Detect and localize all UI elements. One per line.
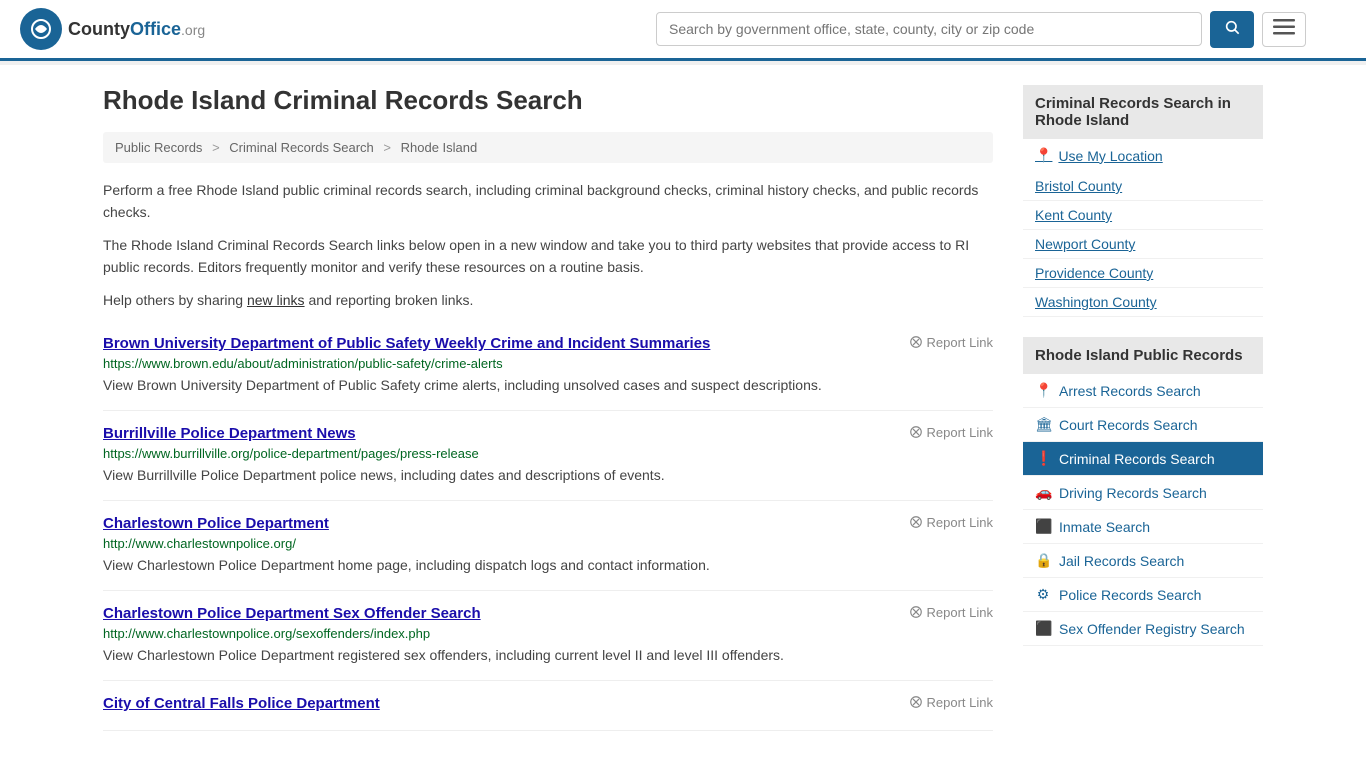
result-url[interactable]: http://www.charlestownpolice.org/sexoffe… bbox=[103, 626, 993, 641]
county-link-kent[interactable]: Kent County bbox=[1023, 201, 1263, 230]
result-desc: View Charlestown Police Department home … bbox=[103, 555, 993, 576]
sidebar-public-records-title: Rhode Island Public Records bbox=[1023, 337, 1263, 374]
breadcrumb-sep-1: > bbox=[212, 140, 220, 155]
police-records-icon: ⚙ bbox=[1035, 586, 1051, 603]
sidebar-section-title: Criminal Records Search in Rhode Island bbox=[1023, 85, 1263, 139]
criminal-records-icon: ❗ bbox=[1035, 450, 1051, 467]
breadcrumb: Public Records > Criminal Records Search… bbox=[103, 132, 993, 163]
result-desc: View Brown University Department of Publ… bbox=[103, 375, 993, 396]
result-header: Brown University Department of Public Sa… bbox=[103, 335, 993, 352]
results-list: Brown University Department of Public Sa… bbox=[103, 321, 993, 731]
sidebar-item-inmate-search[interactable]: ⬛ Inmate Search bbox=[1023, 510, 1263, 544]
page-title: Rhode Island Criminal Records Search bbox=[103, 85, 993, 116]
sidebar-criminal-section: Criminal Records Search in Rhode Island … bbox=[1023, 85, 1263, 317]
menu-button[interactable] bbox=[1262, 12, 1306, 47]
county-link-newport[interactable]: Newport County bbox=[1023, 230, 1263, 259]
use-my-location-link[interactable]: 📍 Use My Location bbox=[1023, 139, 1263, 172]
logo-icon bbox=[20, 8, 62, 50]
breadcrumb-criminal-records[interactable]: Criminal Records Search bbox=[229, 140, 374, 155]
result-title[interactable]: Burrillville Police Department News bbox=[103, 425, 356, 442]
new-links-link[interactable]: new links bbox=[247, 292, 305, 308]
result-item: Charlestown Police Department Sex Offend… bbox=[103, 591, 993, 681]
sidebar: Criminal Records Search in Rhode Island … bbox=[1023, 85, 1263, 731]
result-item: City of Central Falls Police Department … bbox=[103, 681, 993, 731]
result-title[interactable]: Charlestown Police Department Sex Offend… bbox=[103, 605, 481, 622]
result-title[interactable]: Charlestown Police Department bbox=[103, 515, 329, 532]
result-item: Burrillville Police Department News Repo… bbox=[103, 411, 993, 501]
result-title[interactable]: City of Central Falls Police Department bbox=[103, 695, 380, 712]
logo-text: CountyOffice.org bbox=[68, 19, 205, 40]
main-container: Rhode Island Criminal Records Search Pub… bbox=[83, 65, 1283, 751]
sidebar-item-court-records[interactable]: 🏛 Court Records Search bbox=[1023, 408, 1263, 442]
search-button[interactable] bbox=[1210, 11, 1254, 48]
sidebar-item-driving-records[interactable]: 🚗 Driving Records Search bbox=[1023, 476, 1263, 510]
result-url[interactable]: https://www.brown.edu/about/administrati… bbox=[103, 356, 993, 371]
result-url[interactable]: http://www.charlestownpolice.org/ bbox=[103, 536, 993, 551]
report-link[interactable]: Report Link bbox=[909, 335, 993, 350]
location-icon: 📍 bbox=[1035, 147, 1052, 164]
arrest-records-icon: 📍 bbox=[1035, 382, 1051, 399]
breadcrumb-sep-2: > bbox=[383, 140, 391, 155]
breadcrumb-current: Rhode Island bbox=[401, 140, 478, 155]
result-item: Brown University Department of Public Sa… bbox=[103, 321, 993, 411]
content-area: Rhode Island Criminal Records Search Pub… bbox=[103, 85, 993, 731]
inmate-search-icon: ⬛ bbox=[1035, 518, 1051, 535]
search-area bbox=[656, 11, 1306, 48]
result-desc: View Charlestown Police Department regis… bbox=[103, 645, 993, 666]
description-2: The Rhode Island Criminal Records Search… bbox=[103, 234, 993, 279]
result-header: Charlestown Police Department Report Lin… bbox=[103, 515, 993, 532]
sex-offender-icon: ⬛ bbox=[1035, 620, 1051, 637]
report-link[interactable]: Report Link bbox=[909, 515, 993, 530]
county-link-bristol[interactable]: Bristol County bbox=[1023, 172, 1263, 201]
result-header: Burrillville Police Department News Repo… bbox=[103, 425, 993, 442]
county-link-washington[interactable]: Washington County bbox=[1023, 288, 1263, 317]
sidebar-public-records-section: Rhode Island Public Records 📍 Arrest Rec… bbox=[1023, 337, 1263, 646]
sidebar-item-arrest-records[interactable]: 📍 Arrest Records Search bbox=[1023, 374, 1263, 408]
search-input[interactable] bbox=[656, 12, 1202, 46]
report-link[interactable]: Report Link bbox=[909, 695, 993, 710]
site-header: CountyOffice.org bbox=[0, 0, 1366, 61]
sidebar-item-criminal-records[interactable]: ❗ Criminal Records Search bbox=[1023, 442, 1263, 476]
logo-area: CountyOffice.org bbox=[20, 8, 205, 50]
county-link-providence[interactable]: Providence County bbox=[1023, 259, 1263, 288]
result-item: Charlestown Police Department Report Lin… bbox=[103, 501, 993, 591]
sidebar-item-jail-records[interactable]: 🔒 Jail Records Search bbox=[1023, 544, 1263, 578]
driving-records-icon: 🚗 bbox=[1035, 484, 1051, 501]
sidebar-item-sex-offender-registry[interactable]: ⬛ Sex Offender Registry Search bbox=[1023, 612, 1263, 646]
result-header: City of Central Falls Police Department … bbox=[103, 695, 993, 712]
result-desc: View Burrillville Police Department poli… bbox=[103, 465, 993, 486]
jail-records-icon: 🔒 bbox=[1035, 552, 1051, 569]
court-records-icon: 🏛 bbox=[1035, 416, 1051, 433]
breadcrumb-public-records[interactable]: Public Records bbox=[115, 140, 202, 155]
report-link[interactable]: Report Link bbox=[909, 425, 993, 440]
result-header: Charlestown Police Department Sex Offend… bbox=[103, 605, 993, 622]
report-link[interactable]: Report Link bbox=[909, 605, 993, 620]
result-title[interactable]: Brown University Department of Public Sa… bbox=[103, 335, 710, 352]
sidebar-item-police-records[interactable]: ⚙ Police Records Search bbox=[1023, 578, 1263, 612]
result-url[interactable]: https://www.burrillville.org/police-depa… bbox=[103, 446, 993, 461]
description-1: Perform a free Rhode Island public crimi… bbox=[103, 179, 993, 224]
description-3: Help others by sharing new links and rep… bbox=[103, 289, 993, 311]
